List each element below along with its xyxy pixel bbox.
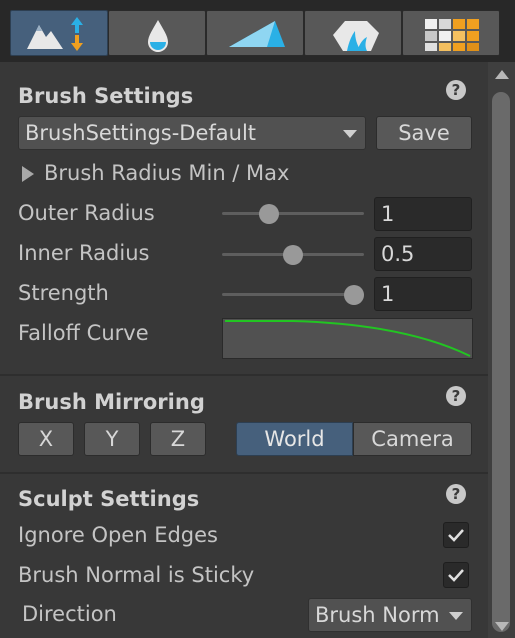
strength-slider-thumb[interactable] [344, 285, 364, 305]
save-button[interactable]: Save [376, 116, 472, 150]
sculpt-settings-header: Sculpt Settings [18, 487, 200, 511]
flatten-plane-icon [229, 21, 285, 47]
tool-button-paint-texture[interactable] [402, 10, 500, 56]
direction-dropdown[interactable]: Brush Norm [308, 598, 472, 632]
direction-label: Direction [22, 602, 117, 626]
vertical-scrollbar[interactable] [488, 62, 515, 638]
smooth-rock-icon [333, 21, 379, 51]
mirror-space-world-button[interactable]: World [236, 422, 353, 456]
mirror-x-button[interactable]: X [18, 422, 74, 456]
direction-value: Brush Norm [315, 603, 440, 627]
sculpt-settings-help-icon[interactable]: ? [446, 484, 466, 504]
checkmark-icon [448, 569, 464, 582]
outer-radius-label: Outer Radius [18, 201, 155, 225]
inner-radius-field[interactable]: 0.5 [374, 237, 472, 271]
terrain-raise-lower-icon [27, 17, 83, 51]
brush-preset-value: BrushSettings-Default [25, 121, 257, 145]
inner-radius-slider-thumb[interactable] [283, 245, 303, 265]
foldout-arrow-icon[interactable] [22, 166, 34, 182]
strength-field[interactable]: 1 [374, 277, 472, 311]
section-divider [0, 374, 488, 376]
falloff-curve-field[interactable] [222, 318, 473, 359]
falloff-curve-graph [225, 320, 471, 357]
mirror-z-button[interactable]: Z [150, 422, 206, 456]
tool-button-stamp[interactable] [304, 10, 402, 56]
tool-selection-toolbar [0, 0, 515, 62]
outer-radius-slider-thumb[interactable] [258, 204, 279, 224]
brush-settings-help-icon[interactable]: ? [446, 80, 466, 100]
water-drop-icon [148, 20, 168, 52]
texture-tiles-icon [425, 19, 479, 51]
section-divider [0, 472, 488, 474]
tool-button-smooth[interactable] [108, 10, 206, 56]
inner-radius-label: Inner Radius [18, 241, 150, 265]
mirror-y-button[interactable]: Y [84, 422, 140, 456]
outer-radius-slider-track[interactable] [222, 212, 364, 215]
scroll-up-icon[interactable] [495, 70, 509, 79]
brush-preset-dropdown[interactable]: BrushSettings-Default [18, 116, 366, 150]
brush-mirroring-help-icon[interactable]: ? [446, 386, 466, 406]
tool-button-raise-lower[interactable] [10, 10, 108, 56]
brush-mirroring-header: Brush Mirroring [18, 390, 205, 414]
brush-normal-sticky-checkbox[interactable] [443, 562, 469, 588]
strength-label: Strength [18, 281, 109, 305]
scroll-down-icon[interactable] [495, 622, 509, 631]
brush-radius-foldout[interactable]: Brush Radius Min / Max [44, 161, 289, 185]
ignore-open-edges-label: Ignore Open Edges [18, 523, 219, 547]
strength-slider-track[interactable] [222, 293, 364, 296]
chevron-down-icon [449, 612, 463, 620]
ignore-open-edges-checkbox[interactable] [443, 522, 469, 548]
mirror-space-camera-button[interactable]: Camera [353, 422, 472, 456]
outer-radius-field[interactable]: 1 [374, 197, 472, 231]
falloff-curve-label: Falloff Curve [18, 321, 149, 345]
brush-normal-sticky-label: Brush Normal is Sticky [18, 563, 255, 587]
tool-button-flatten[interactable] [206, 10, 304, 56]
checkmark-icon [448, 529, 464, 542]
brush-settings-header: Brush Settings [18, 84, 194, 108]
chevron-down-icon [343, 130, 357, 138]
scroll-thumb[interactable] [492, 92, 510, 632]
